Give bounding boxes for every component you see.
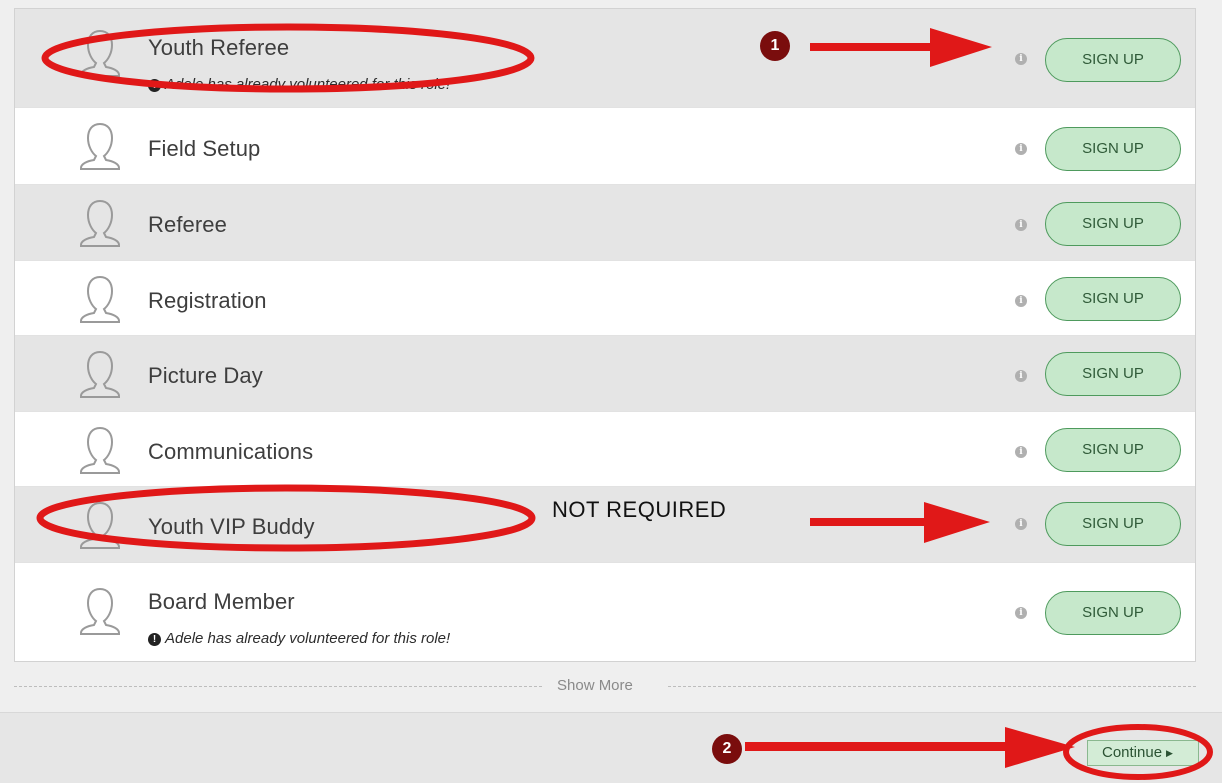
- divider-line-left: [14, 686, 542, 687]
- info-icon[interactable]: i: [1015, 607, 1027, 619]
- role-name: Communications: [148, 439, 314, 464]
- signup-button-youth-referee[interactable]: SIGN UP: [1045, 38, 1181, 82]
- role-status-text: Adele has already volunteered for this r…: [165, 76, 451, 93]
- info-icon[interactable]: i: [1015, 143, 1027, 155]
- info-icon[interactable]: i: [1015, 295, 1027, 307]
- role-name: Board Member: [148, 589, 295, 614]
- person-outline-icon: [80, 426, 120, 474]
- info-icon[interactable]: i: [1015, 53, 1027, 65]
- person-outline-icon: [80, 275, 120, 323]
- signup-button-field-setup[interactable]: SIGN UP: [1045, 127, 1181, 171]
- role-status-note: ! Adele has already volunteered for this …: [148, 630, 450, 647]
- person-outline-icon: [80, 29, 120, 77]
- signup-button-communications[interactable]: SIGN UP: [1045, 428, 1181, 472]
- role-row-field-setup: Field Setup i SIGN UP: [15, 108, 1195, 185]
- person-outline-icon: [80, 350, 120, 398]
- volunteer-roles-panel: Youth Referee ! Adele has already volunte…: [14, 8, 1196, 662]
- footer-bar: [0, 712, 1222, 783]
- show-more-link[interactable]: Show More: [557, 677, 633, 694]
- person-outline-icon: [80, 501, 120, 549]
- signup-button-registration[interactable]: SIGN UP: [1045, 277, 1181, 321]
- person-outline-icon: [80, 199, 120, 247]
- role-row-communications: Communications i SIGN UP: [15, 412, 1195, 487]
- step-2-badge: 2: [712, 734, 742, 764]
- role-row-picture-day: Picture Day i SIGN UP: [15, 336, 1195, 412]
- role-name: Youth Referee: [148, 35, 290, 60]
- role-name: Youth VIP Buddy: [148, 514, 315, 539]
- role-name: Picture Day: [148, 363, 263, 388]
- role-name: Referee: [148, 212, 227, 237]
- signup-button-referee[interactable]: SIGN UP: [1045, 202, 1181, 246]
- info-icon[interactable]: i: [1015, 370, 1027, 382]
- signup-button-youth-vip-buddy[interactable]: SIGN UP: [1045, 502, 1181, 546]
- info-icon[interactable]: i: [1015, 446, 1027, 458]
- info-icon[interactable]: i: [1015, 219, 1027, 231]
- show-more-divider: Show More: [14, 676, 1196, 696]
- role-status-note: ! Adele has already volunteered for this …: [148, 76, 450, 93]
- role-status-text: Adele has already volunteered for this r…: [165, 630, 451, 647]
- step-1-badge: 1: [760, 31, 790, 61]
- role-name: Field Setup: [148, 136, 261, 161]
- role-row-registration: Registration i SIGN UP: [15, 261, 1195, 336]
- continue-label: Continue: [1102, 744, 1163, 761]
- person-outline-icon: [80, 587, 120, 635]
- role-row-board-member: Board Member ! Adele has already voluntee…: [15, 563, 1195, 661]
- role-name: Registration: [148, 288, 267, 313]
- person-outline-icon: [80, 122, 120, 170]
- info-icon[interactable]: i: [1015, 518, 1027, 530]
- exclamation-icon: !: [148, 633, 161, 646]
- signup-button-board-member[interactable]: SIGN UP: [1045, 591, 1181, 635]
- role-row-youth-referee: Youth Referee ! Adele has already volunte…: [15, 9, 1195, 108]
- continue-button[interactable]: Continue ▶: [1087, 740, 1199, 766]
- exclamation-icon: !: [148, 79, 161, 92]
- caret-right-icon: ▶: [1166, 748, 1173, 758]
- divider-line-right: [668, 686, 1196, 687]
- signup-button-picture-day[interactable]: SIGN UP: [1045, 352, 1181, 396]
- not-required-label: NOT REQUIRED: [552, 497, 727, 522]
- role-row-referee: Referee i SIGN UP: [15, 185, 1195, 261]
